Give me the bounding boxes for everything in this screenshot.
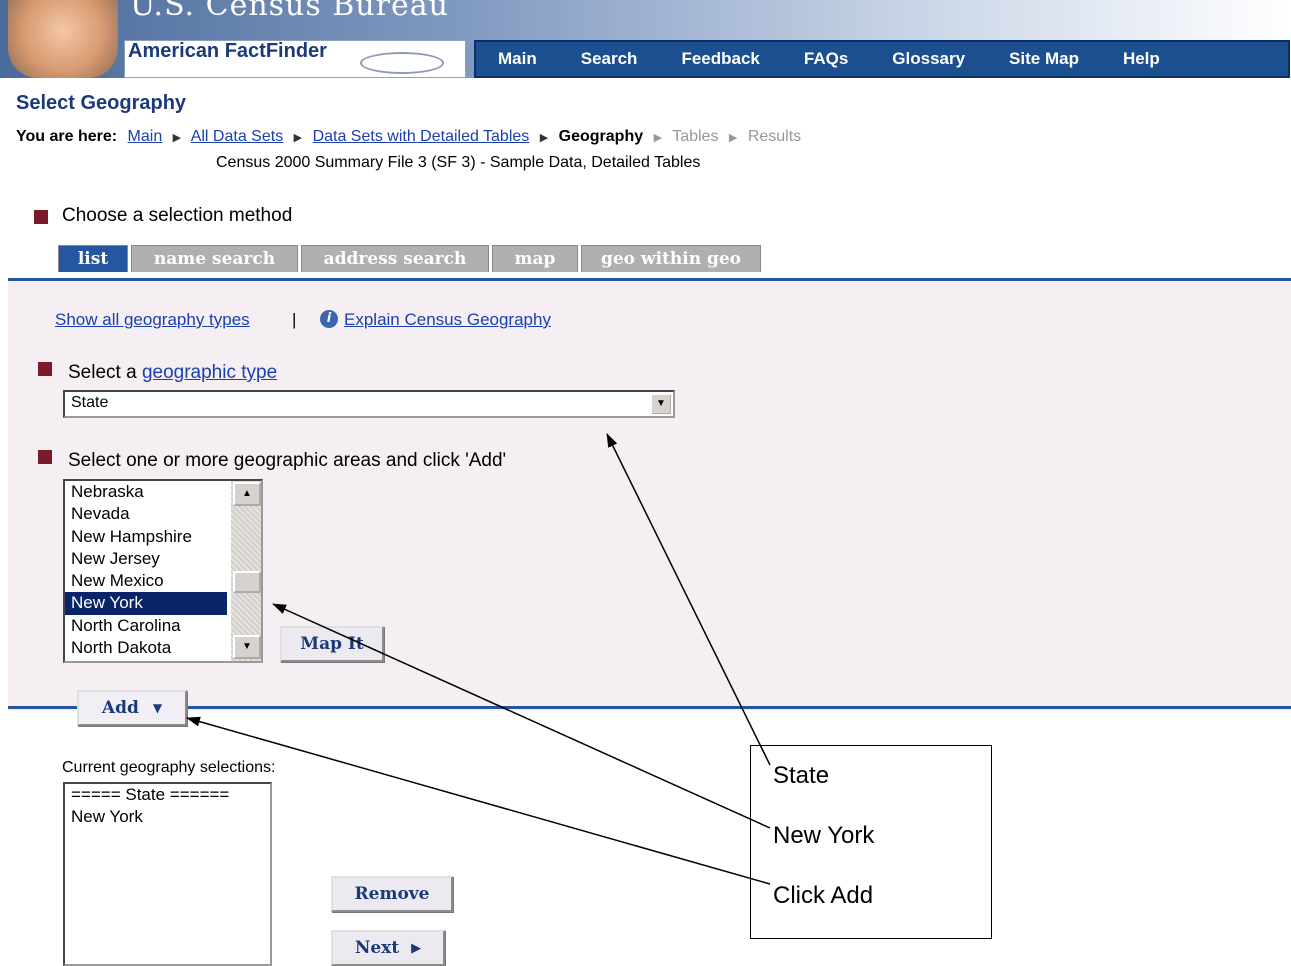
geo-type-label: Select a geographic type	[68, 362, 277, 384]
geo-type-prefix: Select a	[68, 362, 142, 383]
section-bullet	[34, 210, 48, 224]
list-item[interactable]: ===== State ======	[65, 784, 261, 806]
next-button-label: Next	[354, 938, 400, 958]
tab-list[interactable]: list	[58, 245, 128, 272]
geo-type-select[interactable]: State ▼	[63, 390, 675, 418]
show-all-geography-link[interactable]: Show all geography types	[55, 310, 250, 330]
breadcrumb-results: Results	[747, 128, 802, 145]
next-button[interactable]: Next ▶	[331, 930, 445, 966]
callout-click-add: Click Add	[773, 882, 874, 909]
info-icon: i	[320, 310, 338, 328]
magnifier-icon	[360, 52, 444, 74]
callout-new-york: New York	[773, 822, 875, 849]
list-item[interactable]: Nebraska	[65, 481, 227, 503]
triangle-down-icon: ▼	[152, 701, 163, 715]
current-selections-listbox[interactable]: ===== State ====== New York	[63, 782, 272, 966]
tab-name-search[interactable]: name search	[131, 245, 298, 272]
annotation-callout: State New York Click Add	[750, 745, 992, 939]
method-heading: Choose a selection method	[62, 205, 293, 226]
scroll-thumb[interactable]	[233, 571, 261, 593]
chevron-down-icon[interactable]: ▼	[651, 394, 671, 414]
nav-help[interactable]: Help	[1123, 49, 1160, 69]
tab-geo-within-geo[interactable]: geo within geo	[581, 245, 761, 272]
link-divider: |	[292, 310, 297, 329]
breadcrumb-main[interactable]: Main	[128, 128, 163, 145]
nav-glossary[interactable]: Glossary	[892, 49, 965, 69]
agency-title: U.S. Census Bureau	[130, 0, 449, 23]
list-item[interactable]: North Carolina	[65, 615, 227, 637]
section-divider	[8, 706, 1291, 709]
banner-photo	[8, 0, 118, 78]
triangle-right-icon: ▶	[411, 940, 422, 956]
chevron-right-icon: ▶	[728, 132, 738, 144]
nav-search[interactable]: Search	[581, 49, 638, 69]
main-nav: Main Search Feedback FAQs Glossary Site …	[474, 40, 1290, 78]
tab-map[interactable]: map	[492, 245, 578, 272]
scroll-down-icon[interactable]: ▼	[233, 635, 261, 659]
list-item-selected[interactable]: New York	[65, 592, 227, 615]
geo-area-listbox[interactable]: Nebraska Nevada New Hampshire New Jersey…	[63, 479, 263, 663]
areas-heading: Select one or more geographic areas and …	[68, 450, 507, 471]
remove-button[interactable]: Remove	[331, 876, 453, 912]
list-item[interactable]: New Jersey	[65, 548, 227, 570]
breadcrumb-detailed-tables[interactable]: Data Sets with Detailed Tables	[313, 128, 530, 145]
add-button-label: Add	[101, 698, 139, 718]
nav-feedback[interactable]: Feedback	[681, 49, 759, 69]
section-bullet	[38, 450, 52, 464]
explain-geography-link[interactable]: Explain Census Geography	[344, 310, 551, 330]
current-selections-label: Current geography selections:	[62, 759, 276, 776]
list-item[interactable]: New Mexico	[65, 570, 227, 592]
nav-faqs[interactable]: FAQs	[804, 49, 848, 69]
list-item[interactable]: North Dakota	[65, 637, 227, 659]
geo-type-value: State	[71, 394, 109, 411]
list-scrollbar[interactable]: ▲ ▼	[231, 481, 261, 661]
nav-main[interactable]: Main	[498, 49, 537, 69]
list-item[interactable]: New Hampshire	[65, 526, 227, 548]
breadcrumb-tables: Tables	[672, 128, 719, 145]
chevron-right-icon: ▶	[293, 132, 303, 144]
chevron-right-icon: ▶	[172, 132, 182, 144]
list-item[interactable]: Nevada	[65, 503, 227, 525]
section-bullet	[38, 362, 52, 376]
scroll-up-icon[interactable]: ▲	[233, 482, 261, 506]
chevron-right-icon: ▶	[653, 132, 663, 144]
geographic-type-link[interactable]: geographic type	[142, 362, 277, 383]
add-button[interactable]: Add ▼	[77, 690, 187, 726]
list-item[interactable]: New York	[65, 806, 261, 828]
breadcrumb-current: Geography	[558, 128, 644, 145]
nav-site-map[interactable]: Site Map	[1009, 49, 1079, 69]
page-title: Select Geography	[16, 92, 187, 114]
product-logo[interactable]: American FactFinder	[128, 40, 327, 63]
map-it-button[interactable]: Map It	[280, 626, 384, 662]
arrow-to-add	[186, 716, 771, 885]
chevron-right-icon: ▶	[539, 132, 549, 144]
breadcrumb: You are here: Main ▶ All Data Sets ▶ Dat…	[16, 128, 801, 146]
tab-address-search[interactable]: address search	[301, 245, 489, 272]
breadcrumb-label: You are here:	[16, 128, 118, 145]
callout-state: State	[773, 762, 830, 789]
breadcrumb-all-data-sets[interactable]: All Data Sets	[191, 128, 283, 145]
dataset-name: Census 2000 Summary File 3 (SF 3) - Samp…	[216, 154, 701, 171]
